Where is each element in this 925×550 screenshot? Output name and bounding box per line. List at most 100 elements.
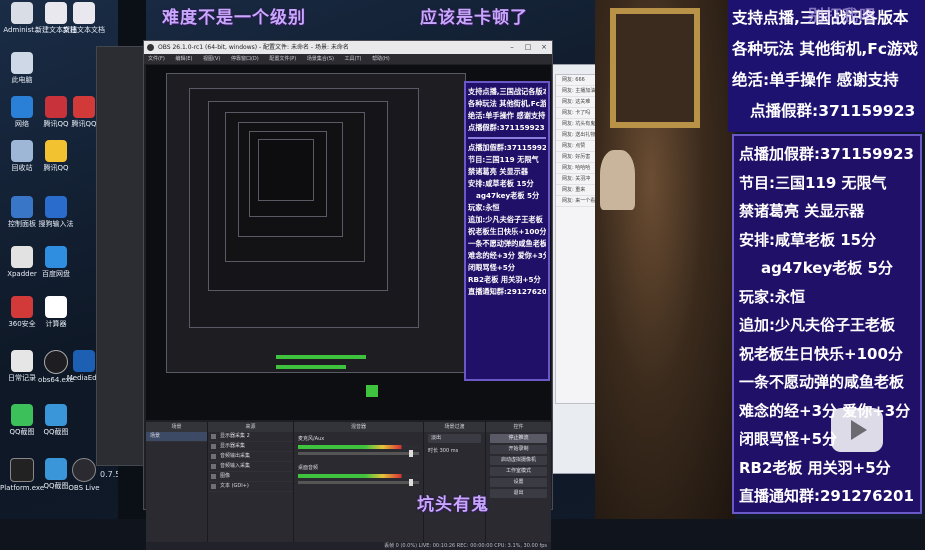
desktop-icon[interactable]: QQ截图 [34,404,78,436]
desktop-icon[interactable]: 新建文本文档 [62,2,106,34]
qq-icon [45,140,67,162]
menu-help[interactable]: 帮助(H) [372,56,390,62]
obs-logo-icon [147,44,154,51]
menu-profile[interactable]: 配置文件(P) [269,56,296,62]
desktop-icon[interactable]: 计算器 [34,296,78,328]
menu-view[interactable]: 视图(V) [203,56,220,62]
close-icon[interactable]: × [536,41,552,54]
panel-line: RB2老板 用关羽+5分 [468,275,541,284]
visibility-icon[interactable] [211,454,216,459]
menu-docks[interactable]: 停靠窗口(D) [231,56,259,62]
caption-top-right: 别打我吧 [808,6,877,25]
desktop-icon[interactable]: 百度网盘 [34,246,78,278]
panel-line: ag47key老板 5分 [761,259,893,277]
mixer-meter [298,474,419,478]
game-icon [73,96,95,118]
caption-bottom: 坑头有鬼 [417,495,489,515]
duration-row: 时长 300 ms [428,448,459,454]
source-item[interactable]: 显示器采集 2 [208,432,293,442]
panel-line: 安排:咸草老板 15分 [468,179,534,188]
calculator-icon [45,296,67,318]
gamepad-icon [11,246,33,268]
recycle-bin-icon [11,140,33,162]
nested-capture-3 [208,101,388,291]
panel-line: 玩家:永恒 [739,287,805,306]
panel-line: RB2老板 用关羽+5分 [739,458,891,477]
menu-file[interactable]: 文件(F) [148,56,165,62]
input-method-icon [45,196,67,218]
preview-meter [276,355,366,359]
transitions-dock: 场景过渡 淡出 时长 300 ms [424,422,486,542]
volume-slider[interactable] [298,479,419,486]
panel-line: 安排:咸草老板 15分 [739,230,877,249]
panel-line: 节目:三国119 无限气 [468,155,539,164]
visibility-icon[interactable] [211,464,216,469]
transition-select[interactable]: 淡出 [428,434,481,443]
duration-input[interactable]: 300 ms [440,448,459,454]
panel-line: 直播通知群:291276201 [739,487,914,505]
panel-line: 一条不愿动弹的咸鱼老板 [739,373,905,391]
obs-statusbar: 丢帧 0 (0.0%) LIVE: 00:10:26 REC: 00:00:00… [146,542,551,550]
visibility-icon[interactable] [211,434,216,439]
source-item[interactable]: 音频输入采集 [208,462,293,472]
slider-handle[interactable] [409,450,413,457]
panel-line: 难念的经+3分 爱你+3分 [468,251,546,260]
scenes-header: 场景 [146,422,207,432]
start-recording-button[interactable]: 开始录制 [490,445,547,454]
document-icon [11,350,33,372]
desktop-icon[interactable]: 此电脑 [0,52,44,84]
transitions-header: 场景过渡 [424,422,485,432]
caption-top-left: 难度不是一个级别 [162,8,306,28]
nested-capture-4 [225,112,365,262]
exit-button[interactable]: 退出 [490,489,547,498]
panel-line: 点播假群:371159923 [750,102,916,120]
studio-mode-button[interactable]: 工作室模式 [490,467,547,476]
panel-line: 祝老板生日快乐+100分 [739,344,903,363]
scene-item[interactable]: 场景 [146,432,207,442]
panel-line: 直播通知群:291276201 [468,287,546,296]
source-item[interactable]: 显示器采集 [208,442,293,452]
desktop-icon[interactable]: 搜狗输入法 [34,196,78,228]
obs-menubar: 文件(F) 编辑(E) 视图(V) 停靠窗口(D) 配置文件(P) 场景集合(S… [144,54,552,64]
panel-line: 绝活:单手操作 感谢支持 [468,111,546,120]
panel-line: 点播加假群:371159923 [739,145,914,163]
computer-icon [11,52,33,74]
volume-slider[interactable] [298,450,419,457]
visibility-icon[interactable] [211,444,216,449]
stream-info-panel: 点播加假群:371159923 节目:三国119 无限气 禁诸葛亮 关显示器 安… [732,134,922,514]
virtual-camera-button[interactable]: 启动虚拟摄像机 [490,456,547,465]
source-item[interactable]: 文本 (GDI+) [208,482,293,492]
obs-title: OBS 26.1.0-rc1 (64-bit, windows) - 配置文件:… [158,44,349,51]
streamer-figure [600,150,635,210]
captured-info-panel: 支持点播,三国战记各版本 各种玩法 其他街机,Fc游戏 绝活:单手操作 感谢支持… [464,81,550,381]
panel-line: 闭眼骂怪+5分 [468,263,515,272]
maximize-icon[interactable]: □ [520,41,536,54]
panel-line: 各种玩法 其他街机,Fc游戏 [732,40,919,58]
panel-line: 绝活:单手操作 感谢支持 [732,71,899,89]
visibility-icon[interactable] [211,484,216,489]
preview-indicator [366,385,378,397]
panel-line: 一条不愿动弹的咸鱼老板 [468,239,546,248]
stop-streaming-button[interactable]: 停止推流 [490,434,547,443]
nested-capture-5 [238,122,343,237]
slider-handle[interactable] [409,479,413,486]
settings-button[interactable]: 设置 [490,478,547,487]
panel-line: 禁诸葛亮 关显示器 [468,167,529,176]
panel-line: 祝老板生日快乐+100分 [468,227,546,236]
source-item[interactable]: 图像 [208,472,293,482]
play-button[interactable] [831,408,883,452]
nested-capture-6 [249,131,327,217]
obs-window[interactable]: OBS 26.1.0-rc1 (64-bit, windows) - 配置文件:… [143,40,553,550]
network-icon [11,96,33,118]
desktop-icon[interactable]: 腾讯QQ [34,140,78,172]
source-item[interactable]: 音频输出采集 [208,452,293,462]
menu-tools[interactable]: 工具(T) [345,56,362,62]
panel-line: 追加:少凡夫俗子王老板 [468,215,543,224]
obs-titlebar: OBS 26.1.0-rc1 (64-bit, windows) - 配置文件:… [144,41,552,54]
menu-edit[interactable]: 编辑(E) [175,56,192,62]
panel-line: 玩家:永恒 [468,203,500,212]
menu-scene-collection[interactable]: 场景集合(S) [307,56,334,62]
visibility-icon[interactable] [211,474,216,479]
obs-docks: 场景 场景 来源 显示器采集 2 显示器采集 音频输出采集 音频输入采集 图像 … [146,422,551,542]
minimize-icon[interactable]: – [504,41,520,54]
